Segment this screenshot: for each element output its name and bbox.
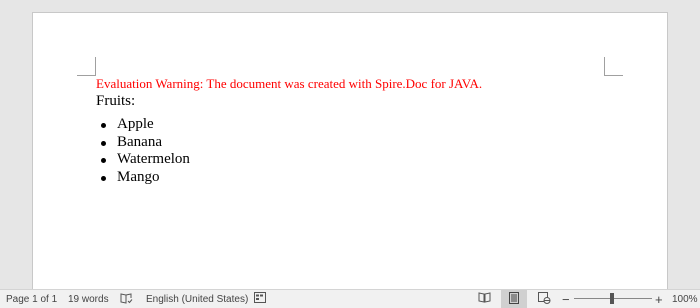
proofing-button[interactable] [120,290,133,308]
status-bar: Page 1 of 1 19 words English (United Sta… [0,289,700,308]
macro-record-button[interactable] [254,290,266,308]
word-count-button[interactable]: 19 words [68,290,109,308]
zoom-level-button[interactable]: 100% [672,290,698,308]
web-layout-button[interactable] [531,290,557,308]
document-page[interactable]: Evaluation Warning: The document was cre… [33,13,667,289]
zoom-out-button[interactable]: − [562,290,570,308]
fruits-heading: Fruits: [96,93,136,109]
list-item: Mango [96,169,636,187]
language-label: English (United States) [146,293,249,305]
list-item-label: Apple [117,116,154,132]
bullet-icon [101,140,106,146]
margin-corner-marker-top-left [77,57,96,76]
document-body[interactable]: Evaluation Warning: The document was cre… [96,76,636,186]
list-item-label: Watermelon [117,151,190,167]
bullet-icon [101,175,106,181]
macro-record-icon [254,292,266,306]
zoom-out-label: − [562,291,570,307]
page-count-button[interactable]: Page 1 of 1 [6,290,57,308]
zoom-in-label: + [655,291,663,307]
list-item-label: Banana [117,133,162,150]
evaluation-warning: Evaluation Warning: The document was cre… [96,76,483,91]
list-item: Apple [96,116,636,134]
read-mode-icon [478,292,491,306]
word-count-label: 19 words [68,293,109,305]
language-button[interactable]: English (United States) [146,290,248,308]
fruit-list: Apple Banana Watermelon Mango [96,116,636,186]
list-item: Banana [96,134,636,152]
bullet-icon [101,123,106,128]
print-layout-icon [508,291,520,307]
read-mode-button[interactable] [471,290,497,308]
proofing-icon [120,292,133,307]
zoom-slider-thumb[interactable] [610,293,614,304]
print-layout-button[interactable] [501,290,527,308]
bullet-icon [101,158,106,163]
page-count-label: Page 1 of 1 [6,293,58,305]
list-item: Watermelon [96,151,636,169]
zoom-level-label: 100% [672,293,698,305]
zoom-in-button[interactable]: + [655,290,663,308]
web-layout-icon [537,291,551,307]
margin-corner-marker-top-right [604,57,623,76]
list-item-label: Mango [117,168,160,185]
document-workspace[interactable]: Evaluation Warning: The document was cre… [0,0,700,289]
